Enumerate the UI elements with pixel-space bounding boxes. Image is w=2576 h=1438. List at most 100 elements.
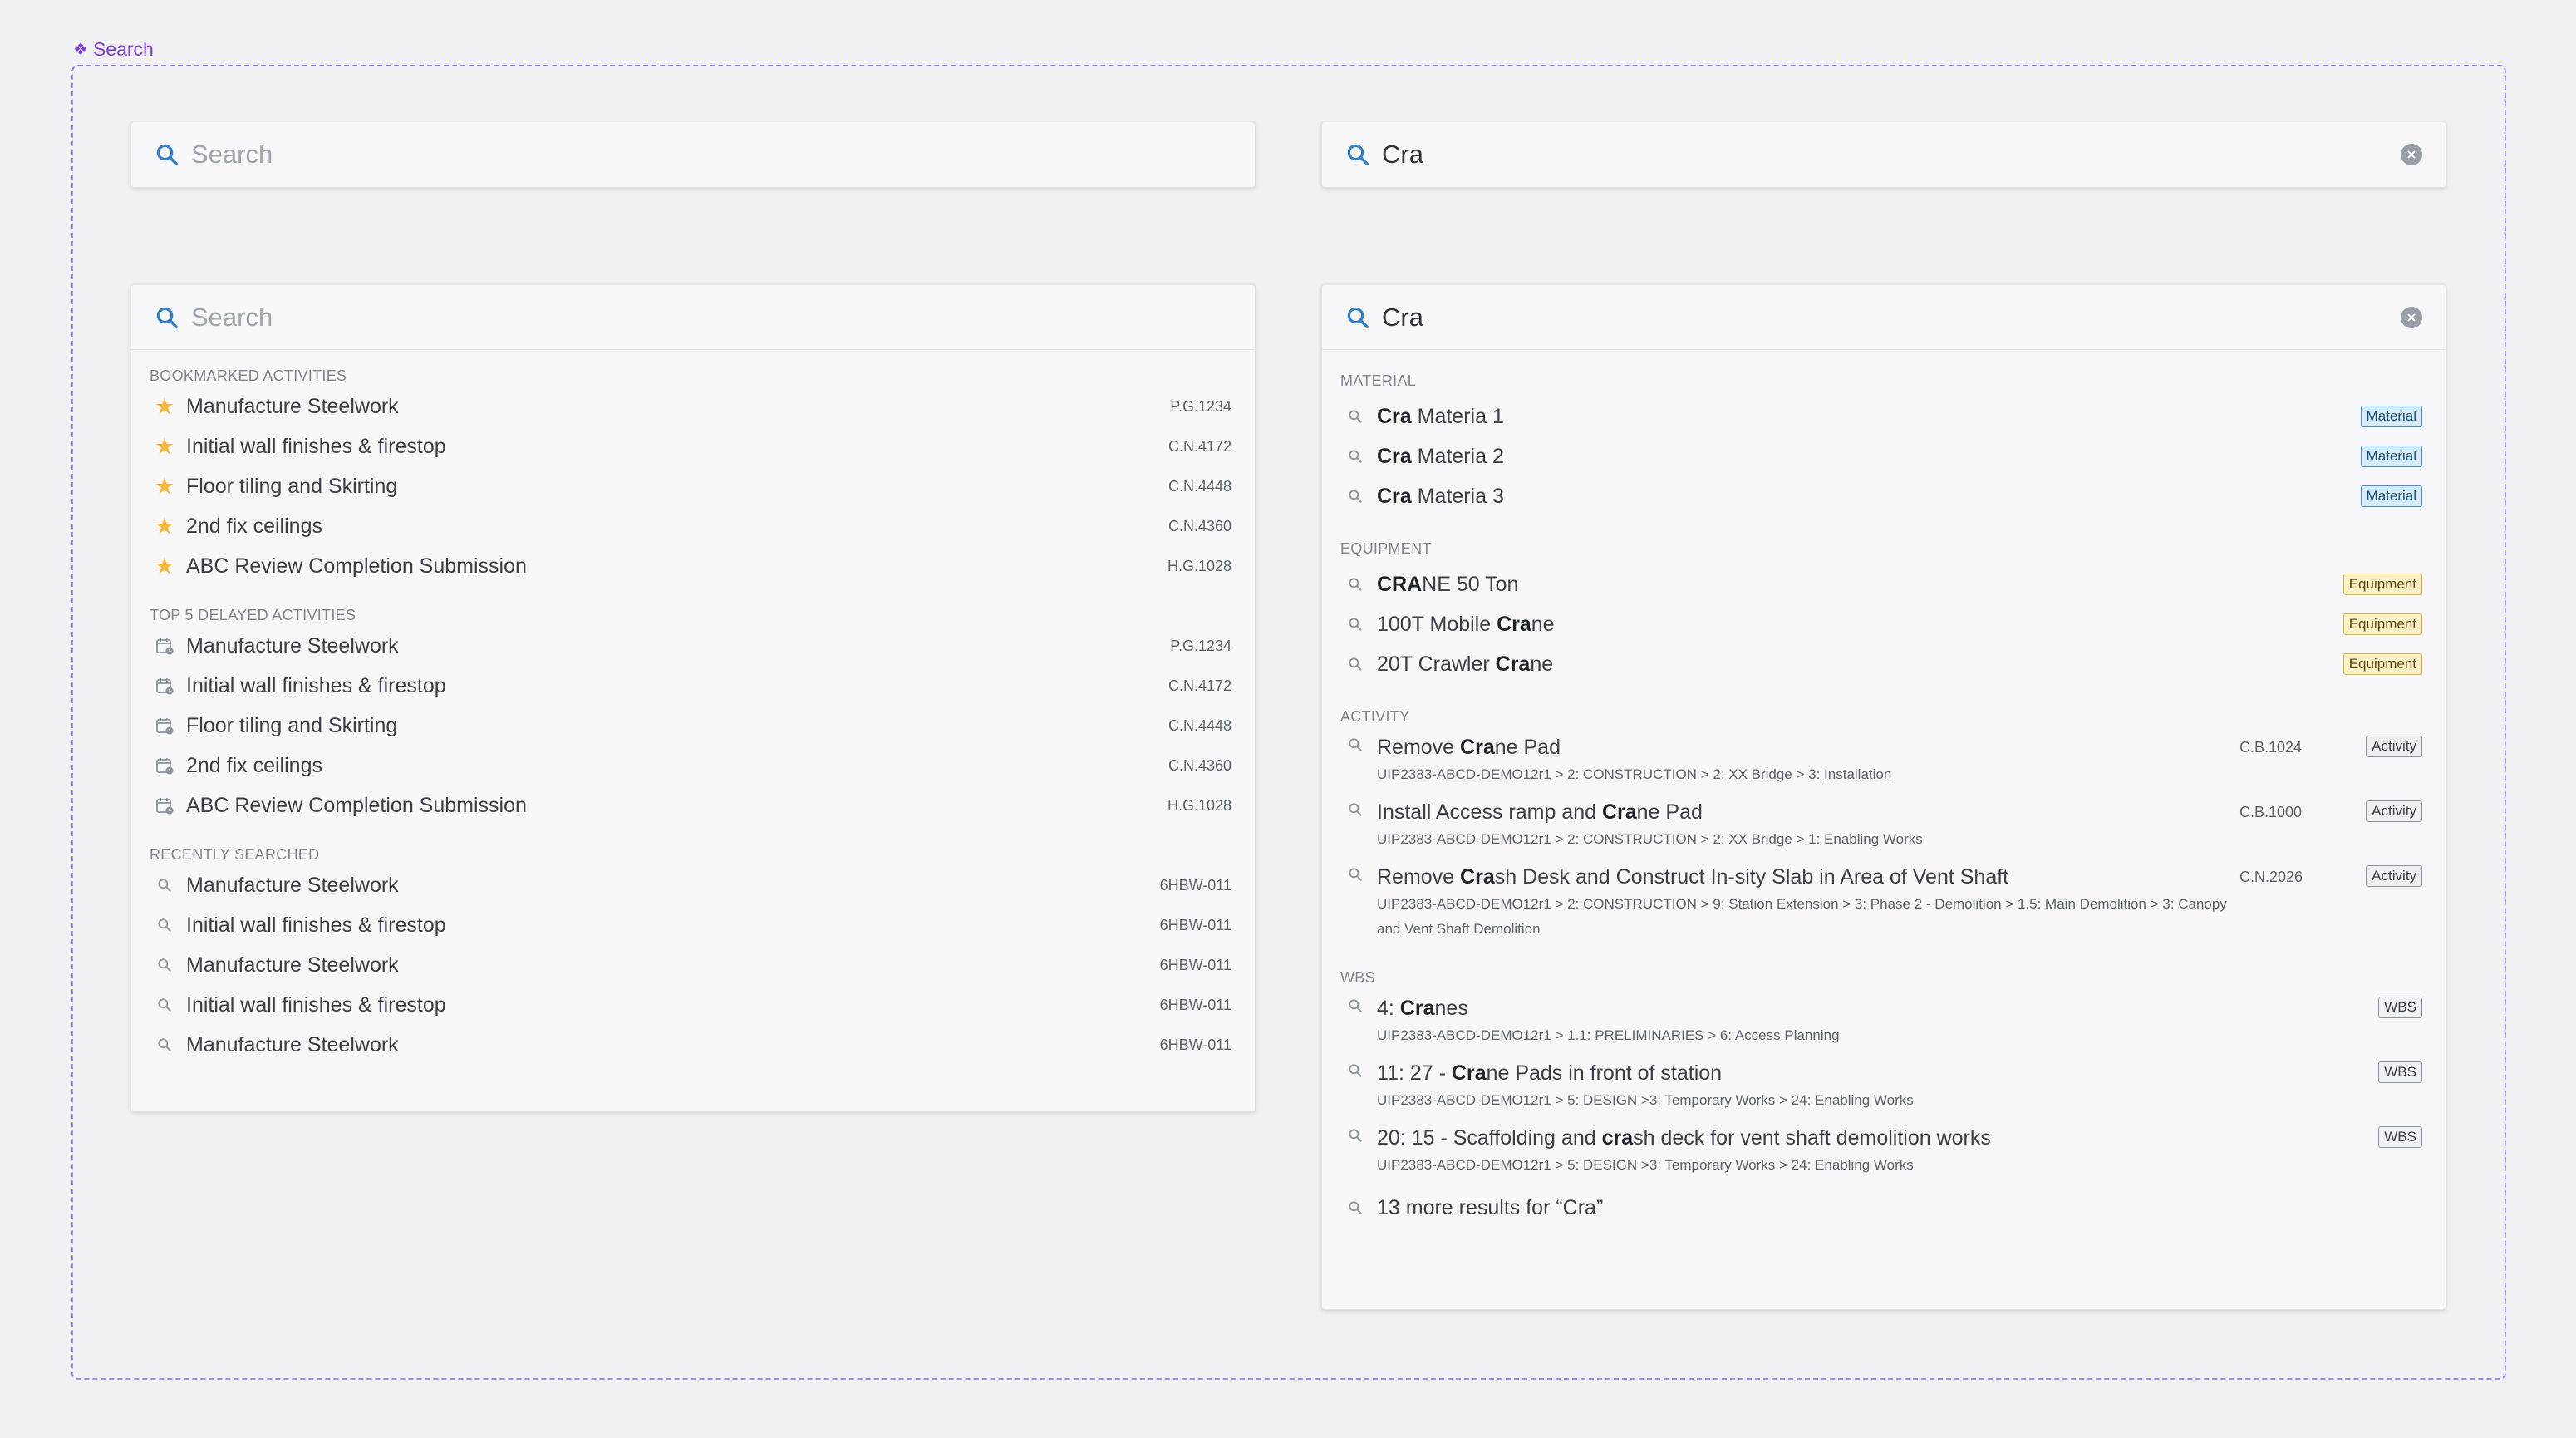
search-icon [1345,604,1365,644]
list-item[interactable]: Manufacture Steelwork P.G.1234 [131,626,1255,666]
result-item[interactable]: 20T Crawler Crane Equipment [1322,644,2446,684]
item-code: C.N.4448 [1168,477,1231,495]
tag-wrap: Activity [2356,732,2422,787]
item-code: C.N.4172 [1168,677,1231,694]
item-label: 2nd fix ceilings [186,753,322,777]
list-item[interactable]: ★ Initial wall finishes & firestop C.N.417… [131,426,1255,466]
item-label: Manufacture Steelwork [186,953,399,977]
tag-wrap: WBS [2356,1058,2422,1113]
item-label: Initial wall finishes & firestop [186,673,446,697]
more-results-link[interactable]: 13 more results for “Cra” [1322,1188,2446,1228]
result-item[interactable]: 100T Mobile Crane Equipment [1322,604,2446,644]
material-tag: Material [2360,485,2422,507]
list-item[interactable]: Manufacture Steelwork 6HBW-011 [131,945,1255,985]
result-item[interactable]: Cra Materia 2 Material [1322,436,2446,476]
calendar-clock-icon [155,676,175,696]
result-item[interactable]: 20: 15 - Scaffolding and crash deck for … [1322,1123,2446,1178]
item-code: 6HBW-011 [1159,916,1231,933]
search-input[interactable] [191,302,1231,332]
result-item[interactable]: Cra Materia 3 Material [1322,476,2446,516]
search-input[interactable] [191,140,1231,170]
calendar-clock-icon [155,795,175,815]
list-item[interactable]: Manufacture Steelwork 6HBW-011 [131,1025,1255,1065]
item-label: Floor tiling and Skirting [186,474,398,498]
item-code: P.G.1234 [1170,397,1231,415]
item-label: Manufacture Steelwork [186,1032,399,1056]
search-icon [1345,564,1365,604]
tag-wrap: Equipment [2342,613,2422,635]
search-icon [155,915,175,935]
list-item[interactable]: Floor tiling and Skirting C.N.4448 [131,706,1255,746]
result-code: C.B.1024 [2239,739,2303,756]
search-input[interactable] [1382,302,2401,332]
tag-wrap: Equipment [2342,574,2422,595]
item-code: H.G.1028 [1167,796,1231,814]
section-title: EQUIPMENT [1340,540,1432,557]
search-icon [1345,993,1365,1018]
search-icon [1345,862,1365,887]
result-path: UIP2383-ABCD-DEMO12r1 > 2: CONSTRUCTION … [1377,766,1892,782]
list-item[interactable]: ★ Floor tiling and Skirting C.N.4448 [131,466,1255,506]
item-label: Manufacture Steelwork [186,633,399,657]
material-tag: Material [2360,406,2422,427]
search-icon [1345,644,1365,684]
list-item[interactable]: ABC Review Completion Submission H.G.1028 [131,785,1255,825]
search-icon [155,955,175,975]
close-icon [2407,150,2416,159]
search-icon [1345,476,1365,516]
list-item[interactable]: ★ ABC Review Completion Submission H.G.102… [131,546,1255,586]
list-item[interactable]: ★ Manufacture Steelwork P.G.1234 [131,387,1255,426]
frame-label: ❖ Search [73,38,154,61]
result-path: UIP2383-ABCD-DEMO12r1 > 5: DESIGN >3: Te… [1377,1157,1914,1173]
list-item[interactable]: 2nd fix ceilings C.N.4360 [131,746,1255,785]
clear-search-button[interactable] [2401,144,2422,165]
search-icon [155,995,175,1015]
wbs-tag: WBS [2378,997,2422,1018]
result-title: 20T Crawler Crane [1377,653,1554,676]
wbs-tag: WBS [2378,1061,2422,1083]
result-title: Cra Materia 1 [1377,405,1504,428]
search-icon [1347,144,1369,165]
result-body: Cra Materia 1 [1377,396,2361,436]
search-empty-panel [130,121,1256,188]
star-icon: ★ [154,434,175,459]
section-title: TOP 5 DELAYED ACTIVITIES [150,607,356,623]
search-icon [1345,732,1365,757]
item-code: C.N.4448 [1168,717,1231,734]
search-typed-panel [1321,121,2446,188]
item-label: Manufacture Steelwork [186,873,399,897]
result-path: UIP2383-ABCD-DEMO12r1 > 2: CONSTRUCTION … [1377,896,2227,937]
list-item[interactable]: Initial wall finishes & firestop 6HBW-011 [131,905,1255,945]
tag-wrap: Material [2360,406,2422,427]
result-item[interactable]: Remove Crane Pad UIP2383-ABCD-DEMO12r1 > … [1322,732,2446,787]
search-icon [1345,396,1365,436]
section-title: RECENTLY SEARCHED [150,846,320,863]
item-label: Initial wall finishes & firestop [186,913,446,937]
tag-wrap: Activity [2356,862,2422,942]
search-input[interactable] [1382,140,2401,170]
list-item[interactable]: ★ 2nd fix ceilings C.N.4360 [131,506,1255,546]
result-item[interactable]: Cra Materia 1 Material [1322,396,2446,436]
result-title: Remove Crane Pad [1377,736,1561,759]
result-body: Cra Materia 2 [1377,436,2361,476]
result-title: Cra Materia 2 [1377,445,1504,468]
result-item[interactable]: Install Access ramp and Crane Pad UIP2383… [1322,797,2446,852]
result-item[interactable]: Remove Crash Desk and Construct In-sity … [1322,862,2446,942]
result-item[interactable]: 4: Cranes UIP2383-ABCD-DEMO12r1 > 1.1: PR… [1322,993,2446,1048]
search-icon [1345,1123,1365,1148]
list-item[interactable]: Manufacture Steelwork 6HBW-011 [131,865,1255,905]
list-item[interactable]: Initial wall finishes & firestop 6HBW-011 [131,985,1255,1025]
suggestions-list: BOOKMARKED ACTIVITIES ★ Manufacture Steelw… [131,365,1255,1065]
tag-wrap: WBS [2356,1123,2422,1178]
calendar-clock-icon [155,636,175,656]
result-item[interactable]: 11: 27 - Crane Pads in front of station U… [1322,1058,2446,1113]
result-path: UIP2383-ABCD-DEMO12r1 > 1.1: PRELIMINARI… [1377,1027,1840,1043]
section-title: BOOKMARKED ACTIVITIES [150,367,347,384]
list-item[interactable]: Initial wall finishes & firestop C.N.4172 [131,666,1255,706]
equipment-tag: Equipment [2342,574,2422,595]
result-item[interactable]: CRANE 50 Ton Equipment [1322,564,2446,604]
results-list: MATERIAL Cra Materia 1 Material Cra Materia… [1322,370,2446,1228]
result-title: 100T Mobile Crane [1377,613,1555,636]
activity-tag: Activity [2366,865,2422,887]
clear-search-button[interactable] [2401,306,2422,328]
